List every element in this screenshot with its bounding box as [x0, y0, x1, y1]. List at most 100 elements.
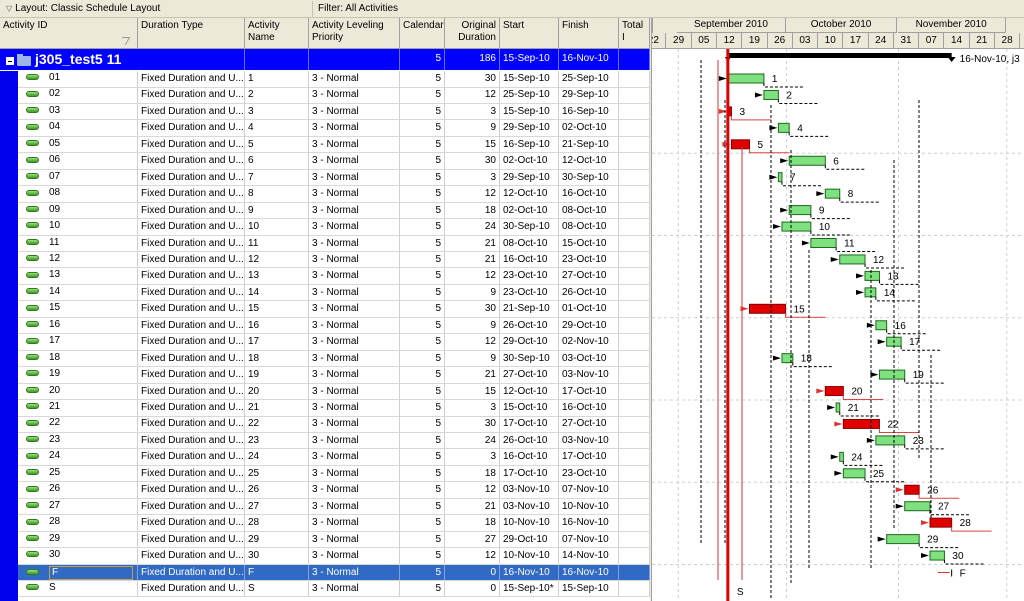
activity-id-cell[interactable]: 19 — [18, 367, 138, 383]
activity-id-cell[interactable]: 20 — [18, 383, 138, 400]
cell-total-float — [619, 449, 650, 465]
table-row[interactable]: 07 Fixed Duration and U... 7 3 - Normal 5 3 29… — [18, 169, 650, 187]
table-row[interactable]: 16 Fixed Duration and U... 16 3 - Normal 5 9 2… — [18, 317, 650, 335]
activity-id-cell[interactable]: S — [18, 580, 138, 597]
table-row[interactable]: 24 Fixed Duration and U... 24 3 - Normal 5 3 1… — [18, 449, 650, 466]
cell-calendar: 5 — [400, 71, 445, 87]
collapse-icon[interactable] — [6, 57, 14, 66]
cell-priority: 3 - Normal — [309, 465, 400, 482]
col-header-activity-name[interactable]: Activity Name — [245, 18, 309, 49]
col-header-total-float[interactable]: Total I — [619, 18, 650, 49]
activity-id-cell[interactable]: 25 — [18, 465, 138, 482]
activity-id-cell[interactable]: 05 — [18, 136, 138, 153]
activity-id-cell[interactable]: 01 — [18, 71, 138, 87]
table-row[interactable]: 26 Fixed Duration and U... 26 3 - Normal 5 12… — [18, 482, 650, 499]
table-row[interactable]: 15 Fixed Duration and U... 15 3 - Normal 5 30… — [18, 301, 650, 318]
col-header-original-duration[interactable]: Original Duration — [445, 18, 500, 49]
bar-label: 30 — [952, 551, 964, 562]
table-row[interactable]: 08 Fixed Duration and U... 8 3 - Normal 5 12 1… — [18, 186, 650, 203]
col-header-start[interactable]: Start — [500, 18, 559, 49]
table-row[interactable]: 11 Fixed Duration and U... 11 3 - Normal 5 21… — [18, 235, 650, 252]
table-row[interactable]: 04 Fixed Duration and U... 4 3 - Normal 5 9 29… — [18, 120, 650, 137]
activity-id-cell[interactable]: 17 — [18, 334, 138, 350]
col-header-duration-type[interactable]: Duration Type — [138, 18, 245, 49]
activity-id: 05 — [49, 137, 61, 149]
activity-id-cell[interactable]: 16 — [18, 317, 138, 334]
activity-id-cell[interactable]: 13 — [18, 268, 138, 284]
activity-id-cell[interactable]: 12 — [18, 251, 138, 268]
cell-finish: 16-Nov-10 — [559, 564, 619, 580]
cell-orig-duration: 27 — [445, 531, 500, 548]
table-row[interactable]: 20 Fixed Duration and U... 20 3 - Normal 5 15… — [18, 383, 650, 401]
activity-id-cell[interactable]: 04 — [18, 120, 138, 136]
col-header-leveling-priority[interactable]: Activity Leveling Priority — [309, 18, 400, 49]
activity-id-cell[interactable]: 14 — [18, 284, 138, 301]
activity-id-cell[interactable]: 21 — [18, 400, 138, 416]
activity-id-cell[interactable]: 18 — [18, 350, 138, 367]
table-row[interactable]: 22 Fixed Duration and U... 22 3 - Normal 5 30… — [18, 416, 650, 433]
activity-bar-icon — [26, 156, 39, 163]
activity-id-cell[interactable]: 10 — [18, 219, 138, 235]
col-header-calendar[interactable]: Calendar — [400, 18, 445, 49]
gantt-canvas[interactable]: 16-Nov-10, j3123456789101112131415161718… — [652, 49, 1024, 601]
activity-id-cell[interactable]: 29 — [18, 531, 138, 548]
cell-orig-duration: 24 — [445, 432, 500, 449]
activity-id-cell[interactable]: 24 — [18, 449, 138, 465]
table-row[interactable]: F Fixed Duration and U... F 3 - Normal 5 0 16-… — [18, 564, 650, 581]
activity-id-cell[interactable]: 11 — [18, 235, 138, 251]
relationship-arrow — [718, 108, 727, 114]
activity-id-cell[interactable]: 30 — [18, 548, 138, 564]
table-row[interactable]: 09 Fixed Duration and U... 9 3 - Normal 5 18 0… — [18, 202, 650, 220]
timescale-week: 22 — [652, 33, 667, 49]
col-header-finish[interactable]: Finish — [559, 18, 619, 49]
activity-id-cell[interactable]: 22 — [18, 416, 138, 432]
cell-start: 10-Nov-10 — [500, 515, 559, 531]
table-row[interactable]: 19 Fixed Duration and U... 19 3 - Normal 5 21… — [18, 367, 650, 384]
cell-finish: 23-Oct-10 — [559, 465, 619, 482]
activity-id-cell[interactable]: 02 — [18, 87, 138, 103]
activity-id: 14 — [49, 285, 61, 297]
activity-id-cell[interactable]: 08 — [18, 186, 138, 202]
cell-name: 4 — [245, 120, 309, 136]
filter-indicator[interactable]: Filter: All Activities — [312, 1, 650, 17]
table-row[interactable]: 23 Fixed Duration and U... 23 3 - Normal 5 24… — [18, 432, 650, 450]
table-row[interactable]: 30 Fixed Duration and U... 30 3 - Normal 5 12… — [18, 548, 650, 565]
activity-bar-icon — [26, 452, 39, 459]
activity-id-cell[interactable]: 09 — [18, 202, 138, 219]
table-row[interactable]: 18 Fixed Duration and U... 18 3 - Normal 5 9 3… — [18, 350, 650, 368]
layout-selector[interactable]: ▽ Layout: Classic Schedule Layout — [6, 3, 160, 14]
table-row[interactable]: 27 Fixed Duration and U... 27 3 - Normal 5 21… — [18, 498, 650, 516]
table-row[interactable]: 06 Fixed Duration and U... 6 3 - Normal 5 30 0… — [18, 153, 650, 170]
table-row[interactable]: 28 Fixed Duration and U... 28 3 - Normal 5 18… — [18, 515, 650, 532]
table-row[interactable]: 14 Fixed Duration and U... 14 3 - Normal 5 9 2… — [18, 284, 650, 302]
table-row[interactable]: 10 Fixed Duration and U... 10 3 - Normal 5 24… — [18, 219, 650, 236]
wbs-group-row[interactable]: j305_test5 11 5 186 15-Sep-10 16-Nov-10 — [0, 49, 650, 71]
timescale-week: 31 — [894, 33, 920, 49]
activity-bar-icon — [26, 518, 39, 525]
table-row[interactable]: 21 Fixed Duration and U... 21 3 - Normal 5 3 1… — [18, 400, 650, 417]
cell-calendar: 5 — [400, 219, 445, 235]
table-row[interactable]: 02 Fixed Duration and U... 2 3 - Normal 5 12 2… — [18, 87, 650, 104]
activity-id-cell[interactable]: 23 — [18, 432, 138, 449]
activity-id-cell[interactable]: F — [18, 564, 138, 580]
cell-duration-type: Fixed Duration and U... — [138, 498, 245, 515]
activity-id-cell[interactable]: 15 — [18, 301, 138, 317]
activity-id-cell[interactable]: 27 — [18, 498, 138, 515]
activity-bar-icon — [26, 354, 39, 360]
table-row[interactable]: 13 Fixed Duration and U... 13 3 - Normal 5 12… — [18, 268, 650, 285]
activity-id-cell[interactable]: 06 — [18, 153, 138, 169]
activity-id[interactable]: F — [49, 565, 133, 580]
table-row[interactable]: 01 Fixed Duration and U... 1 3 - Normal 5 30 1… — [18, 71, 650, 88]
activity-id-cell[interactable]: 26 — [18, 482, 138, 498]
table-row[interactable]: 12 Fixed Duration and U... 12 3 - Normal 5 21… — [18, 251, 650, 269]
activity-id-cell[interactable]: 03 — [18, 103, 138, 120]
activity-id-cell[interactable]: 28 — [18, 515, 138, 531]
table-row[interactable]: S Fixed Duration and U... S 3 - Normal 5 0 15-… — [18, 580, 650, 598]
table-row[interactable]: 17 Fixed Duration and U... 17 3 - Normal 5 12… — [18, 334, 650, 351]
activity-id-cell[interactable]: 07 — [18, 169, 138, 186]
table-row[interactable]: 25 Fixed Duration and U... 25 3 - Normal 5 18… — [18, 465, 650, 483]
table-row[interactable]: 05 Fixed Duration and U... 5 3 - Normal 5 15 1… — [18, 136, 650, 154]
table-row[interactable]: 03 Fixed Duration and U... 3 3 - Normal 5 3 15… — [18, 103, 650, 121]
table-row[interactable]: 29 Fixed Duration and U... 29 3 - Normal 5 27… — [18, 531, 650, 549]
activity-id: 27 — [49, 499, 61, 511]
